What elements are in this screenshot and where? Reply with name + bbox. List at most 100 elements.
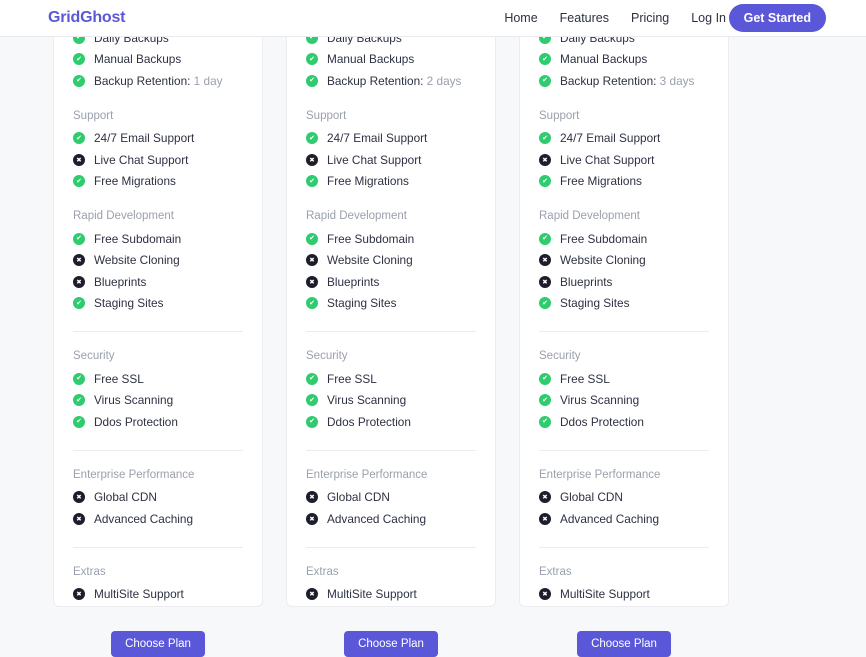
section-divider [73, 546, 243, 548]
check-circle-icon [539, 394, 551, 407]
feature-group-heading: Enterprise Performance [539, 468, 661, 481]
feature-label: Virus Scanning [560, 393, 639, 407]
feature-list: Free Subdomain Website Cloning Blueprints S… [306, 228, 476, 314]
feature-value: 1 day [190, 73, 223, 88]
feature-label-text: Ddos Protection [94, 414, 178, 429]
check-circle-icon [73, 415, 85, 428]
nav-link-home[interactable]: Home [504, 11, 537, 25]
check-circle-icon [539, 372, 551, 385]
feature-label: 24/7 Email Support [94, 131, 194, 145]
feature-list: Free Subdomain Website Cloning Blueprints S… [539, 228, 709, 314]
feature-row: Backup Retention: 2 days [306, 70, 476, 92]
feature-list: 24/7 Email Support Live Chat Support Free … [73, 128, 243, 193]
choose-plan-button[interactable]: Choose Plan [344, 631, 438, 657]
x-circle-icon [306, 153, 318, 166]
nav-link-login[interactable]: Log In [691, 11, 726, 25]
check-circle-icon [306, 53, 318, 66]
section-divider [73, 331, 243, 332]
feature-row: Free Migrations [306, 171, 476, 193]
choose-plan-wrap: Choose Plan [306, 631, 476, 657]
get-started-button[interactable]: Get Started [728, 4, 826, 32]
check-circle-icon [306, 175, 318, 188]
x-circle-icon [73, 254, 85, 267]
x-circle-icon [73, 588, 85, 601]
feature-label: Global CDN [327, 490, 390, 504]
check-circle-icon [73, 175, 85, 188]
check-circle-icon [73, 394, 85, 407]
feature-row: Backup Retention: 3 days [539, 70, 709, 92]
feature-row: Blueprints [306, 271, 476, 293]
feature-row: 24/7 Email Support [73, 128, 243, 150]
feature-row: MultiSite Support [539, 584, 709, 606]
nav-link-pricing[interactable]: Pricing [631, 11, 669, 25]
main-nav: Home Features Pricing Log In [504, 11, 726, 25]
x-circle-icon [73, 491, 85, 504]
feature-label-text: Manual Backups [560, 52, 648, 67]
feature-label: 24/7 Email Support [560, 131, 660, 145]
feature-label: Live Chat Support [327, 153, 421, 167]
feature-label-text: Free Subdomain [94, 231, 182, 246]
feature-row: Backup Retention: 1 day [73, 70, 243, 92]
section-divider [306, 449, 476, 451]
feature-row: 24/7 Email Support [539, 128, 709, 150]
x-circle-icon [306, 275, 318, 288]
feature-group-heading: Enterprise Performance [306, 468, 428, 481]
choose-plan-button[interactable]: Choose Plan [577, 631, 671, 657]
feature-label-text: Website Cloning [560, 253, 646, 268]
feature-label-text: Free Subdomain [560, 231, 648, 246]
feature-row: Website Cloning [73, 250, 243, 272]
feature-group-heading: Rapid Development [306, 210, 408, 222]
feature-label-text: Live Chat Support [327, 152, 422, 167]
feature-row: Ddos Protection [306, 411, 476, 433]
feature-label: Virus Scanning [94, 393, 173, 407]
feature-row: MultiSite Support [73, 584, 243, 606]
feature-label: Free Subdomain [94, 232, 181, 246]
feature-label: Free SSL [94, 372, 144, 386]
nav-link-features[interactable]: Features [560, 11, 609, 25]
check-circle-icon [306, 74, 318, 87]
feature-label: Staging Sites [94, 296, 164, 310]
x-circle-icon [306, 491, 318, 504]
feature-label: Virus Scanning [327, 393, 406, 407]
feature-label: MultiSite Support [94, 587, 184, 601]
feature-group-heading: Support [73, 109, 114, 122]
feature-label: Free Migrations [560, 174, 642, 188]
check-circle-icon [539, 297, 551, 310]
feature-row: Advanced Caching [539, 508, 709, 530]
feature-label-text: Virus Scanning [327, 393, 407, 408]
feature-label: Advanced Caching [94, 512, 193, 526]
check-circle-icon [73, 232, 85, 245]
feature-label: Website Cloning [327, 253, 413, 267]
check-circle-icon [539, 232, 551, 245]
x-circle-icon [539, 512, 551, 525]
plan-column-2: Daily BackupsManual BackupsBackup Retent… [286, 31, 496, 657]
feature-row: Advanced Caching [73, 508, 243, 530]
feature-row: Advanced Caching [306, 508, 476, 530]
feature-label-text: Free Migrations [327, 174, 409, 189]
feature-label: Advanced Caching [327, 512, 426, 526]
choose-plan-button[interactable]: Choose Plan [111, 631, 205, 657]
brand-logo[interactable]: GridGhost [48, 9, 126, 27]
feature-label-text: Free Migrations [560, 174, 642, 189]
feature-label-text: 24/7 Email Support [94, 131, 195, 146]
feature-label-text: Free SSL [560, 371, 610, 386]
feature-row: Staging Sites [306, 293, 476, 315]
check-circle-icon [73, 297, 85, 310]
check-circle-icon [73, 74, 85, 87]
feature-group-heading: Security [539, 350, 581, 362]
feature-label-text: Global CDN [327, 490, 390, 505]
feature-label: Manual Backups [94, 52, 181, 66]
feature-row: Website Cloning [539, 250, 709, 272]
feature-label-text: Manual Backups [327, 52, 415, 67]
feature-list: Free Subdomain Website Cloning Blueprints S… [73, 228, 243, 314]
x-circle-icon [306, 254, 318, 267]
feature-group-heading: Rapid Development [539, 210, 641, 222]
feature-label: Free Subdomain [327, 232, 414, 246]
feature-label-text: Virus Scanning [94, 393, 174, 408]
feature-label: Blueprints [94, 275, 146, 289]
section-divider [539, 546, 709, 548]
check-circle-icon [306, 415, 318, 428]
feature-row: Live Chat Support [306, 149, 476, 171]
feature-label: Free SSL [560, 372, 610, 386]
feature-label-text: Blueprints [560, 274, 613, 289]
